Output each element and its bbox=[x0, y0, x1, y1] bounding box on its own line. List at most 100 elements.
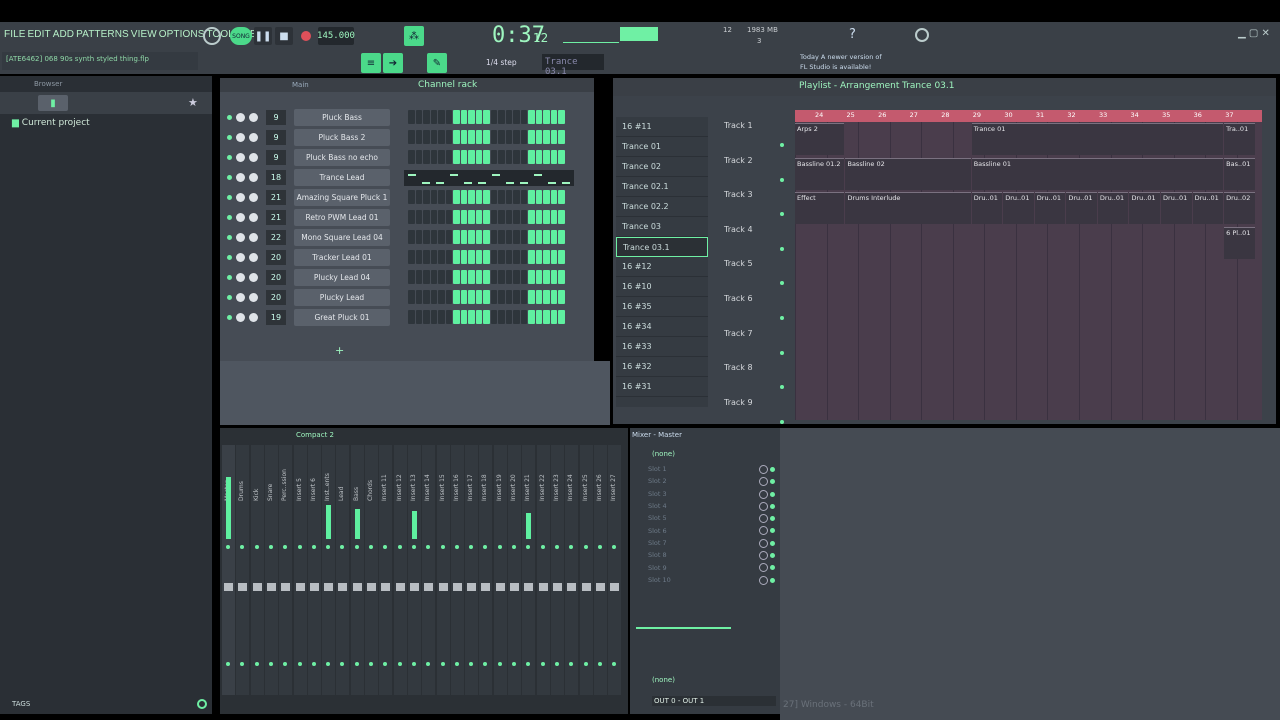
step-button[interactable] bbox=[543, 130, 550, 144]
step-button[interactable] bbox=[438, 230, 445, 244]
step-button[interactable] bbox=[513, 110, 520, 124]
step-button[interactable] bbox=[475, 290, 482, 304]
step-button[interactable] bbox=[438, 150, 445, 164]
pattern-item[interactable]: 16 #35 bbox=[616, 297, 708, 317]
step-button[interactable] bbox=[505, 250, 512, 264]
channel-name-button[interactable]: Pluck Bass bbox=[294, 109, 390, 126]
slot-enable-led[interactable] bbox=[770, 528, 775, 534]
step-button[interactable] bbox=[415, 150, 422, 164]
route-dot[interactable] bbox=[268, 545, 273, 549]
step-button[interactable] bbox=[520, 150, 527, 164]
step-button[interactable] bbox=[535, 150, 542, 164]
route-dot[interactable] bbox=[369, 545, 373, 549]
channel-row[interactable]: 21 Retro PWM Lead 01 bbox=[224, 208, 594, 228]
step-button[interactable] bbox=[558, 250, 565, 264]
route-dot[interactable] bbox=[297, 545, 302, 549]
pattern-clip[interactable]: 6 Pl..01 bbox=[1224, 226, 1255, 259]
step-button[interactable] bbox=[445, 270, 452, 284]
step-button[interactable] bbox=[513, 310, 520, 324]
step-button[interactable] bbox=[505, 150, 512, 164]
step-button[interactable] bbox=[558, 230, 565, 244]
step-button[interactable] bbox=[430, 130, 437, 144]
effect-slot[interactable]: Slot 3 bbox=[636, 488, 776, 500]
fader-handle[interactable] bbox=[467, 583, 477, 591]
step-button[interactable] bbox=[550, 250, 557, 264]
step-button[interactable] bbox=[453, 290, 460, 304]
send-dot[interactable] bbox=[297, 662, 302, 666]
step-button[interactable] bbox=[438, 270, 445, 284]
step-button[interactable] bbox=[498, 310, 505, 324]
step-button[interactable] bbox=[528, 250, 535, 264]
step-button[interactable] bbox=[445, 250, 452, 264]
pan-knob[interactable] bbox=[236, 133, 245, 142]
mixer-input[interactable]: (none) bbox=[652, 450, 675, 458]
pan-knob[interactable] bbox=[236, 213, 245, 222]
fader-handle[interactable] bbox=[309, 583, 319, 591]
step-button[interactable] bbox=[505, 270, 512, 284]
track-mute-led[interactable] bbox=[780, 281, 784, 286]
send-dot[interactable] bbox=[369, 662, 373, 666]
track-mute-led[interactable] bbox=[780, 350, 784, 355]
volume-knob[interactable] bbox=[249, 213, 258, 222]
fader-handle[interactable] bbox=[524, 583, 534, 591]
step-button[interactable] bbox=[498, 110, 505, 124]
step-sequencer[interactable] bbox=[408, 290, 565, 304]
fader-handle[interactable] bbox=[581, 583, 591, 591]
step-sequencer[interactable] bbox=[408, 150, 565, 164]
step-sequencer[interactable] bbox=[408, 110, 565, 124]
step-button[interactable] bbox=[438, 310, 445, 324]
slot-enable-led[interactable] bbox=[770, 479, 775, 485]
step-button[interactable] bbox=[430, 210, 437, 224]
star-icon[interactable]: ★ bbox=[188, 96, 198, 109]
volume-knob[interactable] bbox=[249, 113, 258, 122]
step-button[interactable] bbox=[468, 250, 475, 264]
route-dot[interactable] bbox=[583, 545, 588, 549]
slot-mix-knob[interactable] bbox=[759, 538, 768, 548]
step-button[interactable] bbox=[483, 150, 490, 164]
step-button[interactable] bbox=[468, 290, 475, 304]
step-button[interactable] bbox=[408, 250, 415, 264]
mixer-track-number[interactable]: 9 bbox=[266, 130, 286, 145]
fader-handle[interactable] bbox=[452, 583, 462, 591]
step-button[interactable] bbox=[430, 290, 437, 304]
pattern-item[interactable]: 16 #10 bbox=[616, 277, 708, 297]
snap-icon[interactable]: ⁂ bbox=[404, 26, 424, 46]
step-button[interactable] bbox=[483, 210, 490, 224]
fader-handle[interactable] bbox=[381, 583, 391, 591]
step-sequencer[interactable] bbox=[408, 210, 565, 224]
send-dot[interactable] bbox=[512, 662, 516, 666]
step-sequencer[interactable] bbox=[408, 310, 565, 324]
step-button[interactable] bbox=[543, 310, 550, 324]
fader-handle[interactable] bbox=[324, 583, 334, 591]
mixer-track-number[interactable]: 9 bbox=[266, 150, 286, 165]
step-button[interactable] bbox=[558, 290, 565, 304]
step-button[interactable] bbox=[423, 250, 430, 264]
fader-handle[interactable] bbox=[595, 583, 605, 591]
step-button[interactable] bbox=[528, 110, 535, 124]
pattern-item[interactable]: 16 #12 bbox=[616, 257, 708, 277]
step-button[interactable] bbox=[475, 310, 482, 324]
step-button[interactable] bbox=[483, 110, 490, 124]
pan-knob[interactable] bbox=[236, 153, 245, 162]
step-button[interactable] bbox=[475, 230, 482, 244]
step-button[interactable] bbox=[513, 190, 520, 204]
step-button[interactable] bbox=[438, 190, 445, 204]
step-button[interactable] bbox=[505, 130, 512, 144]
effect-slot[interactable]: Slot 4 bbox=[636, 500, 776, 512]
fader-handle[interactable] bbox=[224, 583, 233, 591]
step-button[interactable] bbox=[543, 290, 550, 304]
help-icon[interactable]: ? bbox=[849, 27, 863, 45]
mixer-track-number[interactable]: 20 bbox=[266, 270, 286, 285]
channel-name-button[interactable]: Trance Lead bbox=[294, 169, 390, 186]
pause-button[interactable]: ❚❚ bbox=[254, 27, 272, 45]
step-button[interactable] bbox=[438, 290, 445, 304]
effect-slot[interactable]: Slot 8 bbox=[636, 549, 776, 561]
step-button[interactable] bbox=[528, 210, 535, 224]
step-button[interactable] bbox=[543, 190, 550, 204]
menu-options[interactable]: OPTIONS bbox=[159, 29, 205, 40]
pattern-item[interactable]: 16 #33 bbox=[616, 337, 708, 357]
step-sequencer[interactable] bbox=[408, 190, 565, 204]
step-button[interactable] bbox=[438, 210, 445, 224]
step-button[interactable] bbox=[550, 310, 557, 324]
send-dot[interactable] bbox=[454, 662, 459, 666]
